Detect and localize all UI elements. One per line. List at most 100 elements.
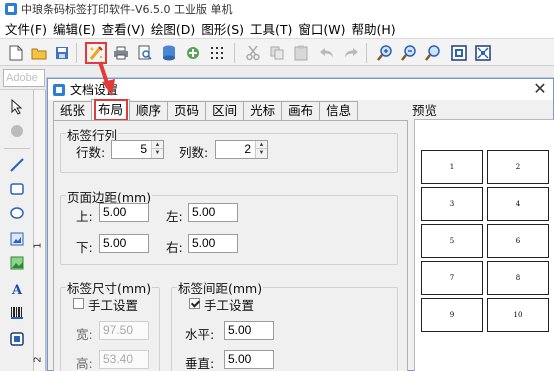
preview-label-cell: 6 (487, 224, 549, 258)
top-margin-input[interactable]: 5.00 (99, 203, 149, 222)
menu-view[interactable]: 查看(V) (101, 19, 150, 38)
horizontal-spacing-input[interactable]: 5.00 (224, 321, 274, 340)
menu-draw[interactable]: 绘图(D) (150, 19, 200, 38)
cols-label: 列数: (179, 145, 209, 160)
rows-stepper[interactable]: 5 ▲ ▼ (111, 140, 164, 159)
tab-page-number[interactable]: 页码 (167, 101, 207, 120)
bottom-margin-input[interactable]: 5.00 (99, 234, 149, 253)
cols-stepper[interactable]: 2 ▲ ▼ (215, 140, 268, 159)
preview-label-cell: 10 (487, 298, 549, 332)
close-icon[interactable]: ✕ (531, 80, 549, 98)
left-margin-input[interactable]: 5.00 (188, 203, 238, 222)
open-icon[interactable] (30, 44, 48, 62)
chevron-up-icon[interactable]: ▲ (152, 141, 163, 149)
ruler-mark-1: 1 (32, 242, 44, 249)
bottom-margin-label: 下: (76, 240, 93, 255)
chevron-down-icon[interactable]: ▼ (256, 149, 267, 157)
preview-label-cell: 5 (421, 224, 483, 258)
svg-text:A: A (11, 283, 23, 296)
left-margin-label: 左: (166, 209, 183, 224)
width-label: 宽: (76, 327, 93, 342)
menu-bar: 文件(F) 编辑(E) 查看(V) 绘图(D) 图形(S) 工具(T) 窗口(W… (0, 18, 554, 38)
preview-label-cell: 2 (487, 150, 549, 184)
cut-icon[interactable] (244, 44, 262, 62)
main-toolbar (0, 38, 554, 66)
preview-title: 预览 (412, 103, 438, 118)
zoom-page-icon[interactable] (474, 44, 492, 62)
tab-canvas[interactable]: 画布 (281, 101, 321, 120)
preview-label-cell: 9 (421, 298, 483, 332)
horizontal-spacing-label: 水平: (185, 327, 215, 342)
pointer-icon[interactable] (8, 98, 26, 116)
paste-icon[interactable] (292, 44, 310, 62)
preview-panel: 1 2 3 4 5 6 7 8 9 10 (414, 119, 554, 371)
zoom-width-icon[interactable] (450, 44, 468, 62)
barcode-icon[interactable] (8, 304, 26, 322)
width-input[interactable]: 97.50 (99, 321, 149, 340)
menu-file[interactable]: 文件(F) (4, 19, 52, 38)
dialog-titlebar[interactable]: 文档设置 ✕ (48, 79, 553, 100)
chevron-up-icon[interactable]: ▲ (256, 141, 267, 149)
app-titlebar: 中琅条码标签打印软件-V6.5.0 工业版 单机 (0, 0, 554, 18)
undo-icon[interactable] (318, 44, 336, 62)
qrcode-icon[interactable] (8, 330, 26, 348)
tab-cursor[interactable]: 光标 (243, 101, 283, 120)
hand-icon[interactable] (8, 122, 26, 140)
cols-value: 2 (244, 142, 251, 156)
vertical-spacing-input[interactable]: 5.00 (224, 350, 274, 369)
preview-label-cell: 3 (421, 187, 483, 221)
tab-order[interactable]: 顺序 (129, 101, 169, 120)
picture-icon[interactable] (8, 254, 26, 272)
right-margin-input[interactable]: 5.00 (188, 234, 238, 253)
copy-icon[interactable] (268, 44, 286, 62)
document-settings-icon[interactable] (85, 42, 107, 64)
preview-grid: 1 2 3 4 5 6 7 8 9 10 (421, 150, 551, 332)
cols-spin-buttons[interactable]: ▲ ▼ (255, 141, 267, 158)
menu-help[interactable]: 帮助(H) (351, 19, 401, 38)
left-tool-panel: A (0, 90, 34, 371)
zoom-out-icon[interactable] (400, 44, 418, 62)
label-spacing-manual-checkbox[interactable] (189, 298, 200, 309)
tab-info[interactable]: 信息 (319, 101, 359, 120)
preview-label-cell: 4 (487, 187, 549, 221)
database-icon[interactable] (160, 44, 178, 62)
print-icon[interactable] (112, 44, 130, 62)
new-icon[interactable] (7, 44, 25, 62)
rows-spin-buttons[interactable]: ▲ ▼ (151, 141, 163, 158)
menu-edit[interactable]: 编辑(E) (52, 19, 101, 38)
chevron-down-icon[interactable]: ▼ (152, 149, 163, 157)
data-source-icon[interactable] (184, 44, 202, 62)
tab-range[interactable]: 区间 (205, 101, 245, 120)
menu-shape[interactable]: 图形(S) (200, 19, 249, 38)
preview-label-cell: 7 (421, 261, 483, 295)
preview-label-cell: 1 (421, 150, 483, 184)
text-icon[interactable]: A (8, 280, 26, 298)
save-icon[interactable] (53, 44, 71, 62)
height-input[interactable]: 53.40 (99, 350, 149, 369)
document-settings-dialog: 文档设置 ✕ 纸张 布局 顺序 页码 区间 光标 画布 信息 标签行列 行数: … (47, 78, 554, 371)
font-select[interactable]: Adobe (3, 69, 45, 87)
zoom-fit-icon[interactable] (424, 44, 442, 62)
label-spacing-manual-label: 手工设置 (204, 298, 255, 313)
vertical-ruler: 1 2 (32, 90, 46, 371)
rectangle-icon[interactable] (8, 180, 26, 198)
ruler-mark-2: 2 (32, 356, 44, 363)
image-icon[interactable] (8, 230, 26, 248)
active-tab-highlight (94, 99, 128, 121)
label-size-manual-checkbox[interactable] (73, 298, 84, 309)
line-icon[interactable] (8, 156, 26, 174)
redo-icon[interactable] (342, 44, 360, 62)
rows-value: 5 (140, 142, 147, 156)
dialog-title: 文档设置 (70, 83, 119, 97)
height-label: 高: (76, 356, 93, 371)
ellipse-icon[interactable] (8, 204, 26, 222)
menu-window[interactable]: 窗口(W) (297, 19, 350, 38)
label-size-manual-label: 手工设置 (88, 298, 139, 313)
menu-tools[interactable]: 工具(T) (249, 19, 297, 38)
zoom-in-icon[interactable] (376, 44, 394, 62)
print-preview-icon[interactable] (136, 44, 154, 62)
dialog-app-icon (53, 83, 65, 96)
grid-icon[interactable] (208, 44, 226, 62)
tab-paper[interactable]: 纸张 (53, 101, 93, 120)
app-title: 中琅条码标签打印软件-V6.5.0 工业版 单机 (21, 3, 233, 16)
